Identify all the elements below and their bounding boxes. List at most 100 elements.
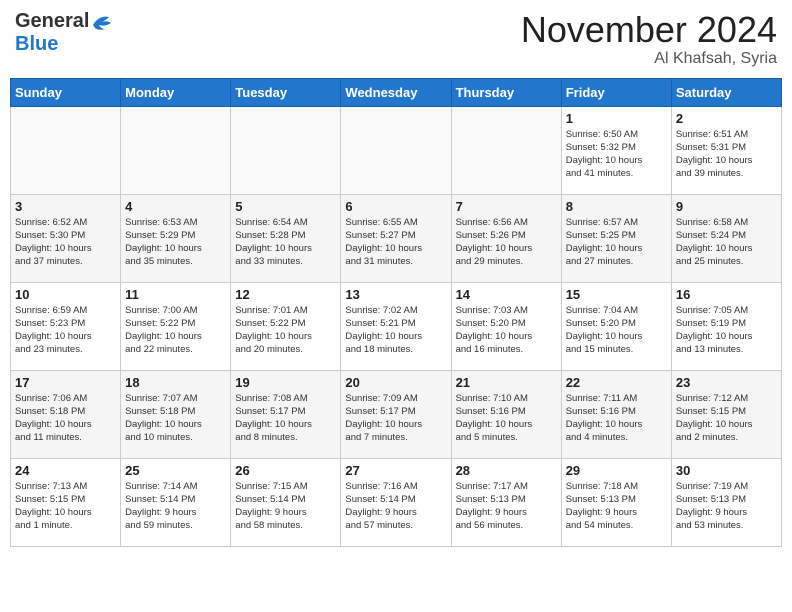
weekday-header-friday: Friday [561,78,671,106]
calendar-cell: 17 Sunrise: 7:06 AM Sunset: 5:18 PM Dayli… [11,370,121,458]
day-number: 20 [345,375,446,390]
day-number: 19 [235,375,336,390]
weekday-header-row: SundayMondayTuesdayWednesdayThursdayFrid… [11,78,782,106]
day-info: Sunrise: 7:18 AM Sunset: 5:13 PM Dayligh… [566,480,667,533]
day-number: 28 [456,463,557,478]
calendar-cell: 8 Sunrise: 6:57 AM Sunset: 5:25 PM Daylig… [561,194,671,282]
calendar-cell: 21 Sunrise: 7:10 AM Sunset: 5:16 PM Dayli… [451,370,561,458]
page-header: General Blue November 2024 Al Khafsah, S… [10,10,782,68]
day-info: Sunrise: 6:52 AM Sunset: 5:30 PM Dayligh… [15,216,116,269]
day-info: Sunrise: 7:11 AM Sunset: 5:16 PM Dayligh… [566,392,667,445]
day-number: 17 [15,375,116,390]
week-row-3: 10Sunrise: 6:59 AM Sunset: 5:23 PM Dayli… [11,282,782,370]
day-info: Sunrise: 7:08 AM Sunset: 5:17 PM Dayligh… [235,392,336,445]
day-number: 3 [15,199,116,214]
calendar-cell [341,106,451,194]
calendar-table: SundayMondayTuesdayWednesdayThursdayFrid… [10,78,782,547]
calendar-cell: 2 Sunrise: 6:51 AM Sunset: 5:31 PM Daylig… [671,106,781,194]
week-row-4: 17 Sunrise: 7:06 AM Sunset: 5:18 PM Dayli… [11,370,782,458]
week-row-5: 24 Sunrise: 7:13 AM Sunset: 5:15 PM Dayli… [11,458,782,546]
day-info: Sunrise: 6:53 AM Sunset: 5:29 PM Dayligh… [125,216,226,269]
week-row-1: 1 Sunrise: 6:50 AM Sunset: 5:32 PM Daylig… [11,106,782,194]
day-number: 23 [676,375,777,390]
day-number: 4 [125,199,226,214]
calendar-cell: 24 Sunrise: 7:13 AM Sunset: 5:15 PM Dayli… [11,458,121,546]
day-number: 10 [15,287,116,302]
weekday-header-monday: Monday [121,78,231,106]
day-number: 29 [566,463,667,478]
month-title: November 2024 [521,10,777,50]
day-number: 21 [456,375,557,390]
day-number: 13 [345,287,446,302]
day-info: Sunrise: 7:13 AM Sunset: 5:15 PM Dayligh… [15,480,116,533]
calendar-cell: 1 Sunrise: 6:50 AM Sunset: 5:32 PM Daylig… [561,106,671,194]
day-number: 5 [235,199,336,214]
weekday-header-saturday: Saturday [671,78,781,106]
day-number: 25 [125,463,226,478]
day-info: Sunrise: 7:17 AM Sunset: 5:13 PM Dayligh… [456,480,557,533]
calendar-cell [121,106,231,194]
calendar-cell: 29 Sunrise: 7:18 AM Sunset: 5:13 PM Dayli… [561,458,671,546]
day-number: 22 [566,375,667,390]
day-info: Sunrise: 6:51 AM Sunset: 5:31 PM Dayligh… [676,128,777,181]
calendar-cell: 7Sunrise: 6:56 AM Sunset: 5:26 PM Daylig… [451,194,561,282]
day-number: 18 [125,375,226,390]
calendar-cell: 16 Sunrise: 7:05 AM Sunset: 5:19 PM Dayli… [671,282,781,370]
day-number: 2 [676,111,777,126]
calendar-cell: 25 Sunrise: 7:14 AM Sunset: 5:14 PM Dayli… [121,458,231,546]
calendar-cell: 26 Sunrise: 7:15 AM Sunset: 5:14 PM Dayli… [231,458,341,546]
day-info: Sunrise: 7:12 AM Sunset: 5:15 PM Dayligh… [676,392,777,445]
day-info: Sunrise: 7:16 AM Sunset: 5:14 PM Dayligh… [345,480,446,533]
day-number: 30 [676,463,777,478]
calendar-cell: 27 Sunrise: 7:16 AM Sunset: 5:14 PM Dayli… [341,458,451,546]
calendar-cell: 20 Sunrise: 7:09 AM Sunset: 5:17 PM Dayli… [341,370,451,458]
calendar-cell [231,106,341,194]
title-block: November 2024 Al Khafsah, Syria [521,10,777,68]
logo-bird-icon [91,13,113,31]
day-number: 15 [566,287,667,302]
weekday-header-tuesday: Tuesday [231,78,341,106]
calendar-cell: 14 Sunrise: 7:03 AM Sunset: 5:20 PM Dayli… [451,282,561,370]
calendar-cell: 5 Sunrise: 6:54 AM Sunset: 5:28 PM Daylig… [231,194,341,282]
weekday-header-thursday: Thursday [451,78,561,106]
calendar-cell [11,106,121,194]
day-number: 9 [676,199,777,214]
day-info: Sunrise: 6:56 AM Sunset: 5:26 PM Dayligh… [456,216,557,269]
day-info: Sunrise: 6:50 AM Sunset: 5:32 PM Dayligh… [566,128,667,181]
logo-general-text: General [15,10,89,33]
day-info: Sunrise: 7:19 AM Sunset: 5:13 PM Dayligh… [676,480,777,533]
day-info: Sunrise: 7:06 AM Sunset: 5:18 PM Dayligh… [15,392,116,445]
day-info: Sunrise: 7:15 AM Sunset: 5:14 PM Dayligh… [235,480,336,533]
calendar-cell: 11Sunrise: 7:00 AM Sunset: 5:22 PM Dayli… [121,282,231,370]
calendar-cell: 12Sunrise: 7:01 AM Sunset: 5:22 PM Dayli… [231,282,341,370]
day-info: Sunrise: 6:57 AM Sunset: 5:25 PM Dayligh… [566,216,667,269]
day-number: 12 [235,287,336,302]
day-number: 8 [566,199,667,214]
day-number: 26 [235,463,336,478]
calendar-cell: 3 Sunrise: 6:52 AM Sunset: 5:30 PM Daylig… [11,194,121,282]
calendar-cell: 23 Sunrise: 7:12 AM Sunset: 5:15 PM Dayli… [671,370,781,458]
weekday-header-wednesday: Wednesday [341,78,451,106]
day-info: Sunrise: 7:09 AM Sunset: 5:17 PM Dayligh… [345,392,446,445]
day-number: 27 [345,463,446,478]
day-info: Sunrise: 7:07 AM Sunset: 5:18 PM Dayligh… [125,392,226,445]
week-row-2: 3 Sunrise: 6:52 AM Sunset: 5:30 PM Daylig… [11,194,782,282]
calendar-cell: 19 Sunrise: 7:08 AM Sunset: 5:17 PM Dayli… [231,370,341,458]
calendar-cell: 10Sunrise: 6:59 AM Sunset: 5:23 PM Dayli… [11,282,121,370]
day-info: Sunrise: 7:10 AM Sunset: 5:16 PM Dayligh… [456,392,557,445]
day-info: Sunrise: 6:54 AM Sunset: 5:28 PM Dayligh… [235,216,336,269]
calendar-cell: 9 Sunrise: 6:58 AM Sunset: 5:24 PM Daylig… [671,194,781,282]
day-number: 1 [566,111,667,126]
day-number: 14 [456,287,557,302]
calendar-cell: 28 Sunrise: 7:17 AM Sunset: 5:13 PM Dayli… [451,458,561,546]
day-info: Sunrise: 6:58 AM Sunset: 5:24 PM Dayligh… [676,216,777,269]
day-info: Sunrise: 7:03 AM Sunset: 5:20 PM Dayligh… [456,304,557,357]
day-number: 24 [15,463,116,478]
calendar-cell [451,106,561,194]
day-number: 6 [345,199,446,214]
day-info: Sunrise: 7:05 AM Sunset: 5:19 PM Dayligh… [676,304,777,357]
day-number: 16 [676,287,777,302]
calendar-cell: 4 Sunrise: 6:53 AM Sunset: 5:29 PM Daylig… [121,194,231,282]
day-info: Sunrise: 7:14 AM Sunset: 5:14 PM Dayligh… [125,480,226,533]
location-text: Al Khafsah, Syria [521,50,777,68]
